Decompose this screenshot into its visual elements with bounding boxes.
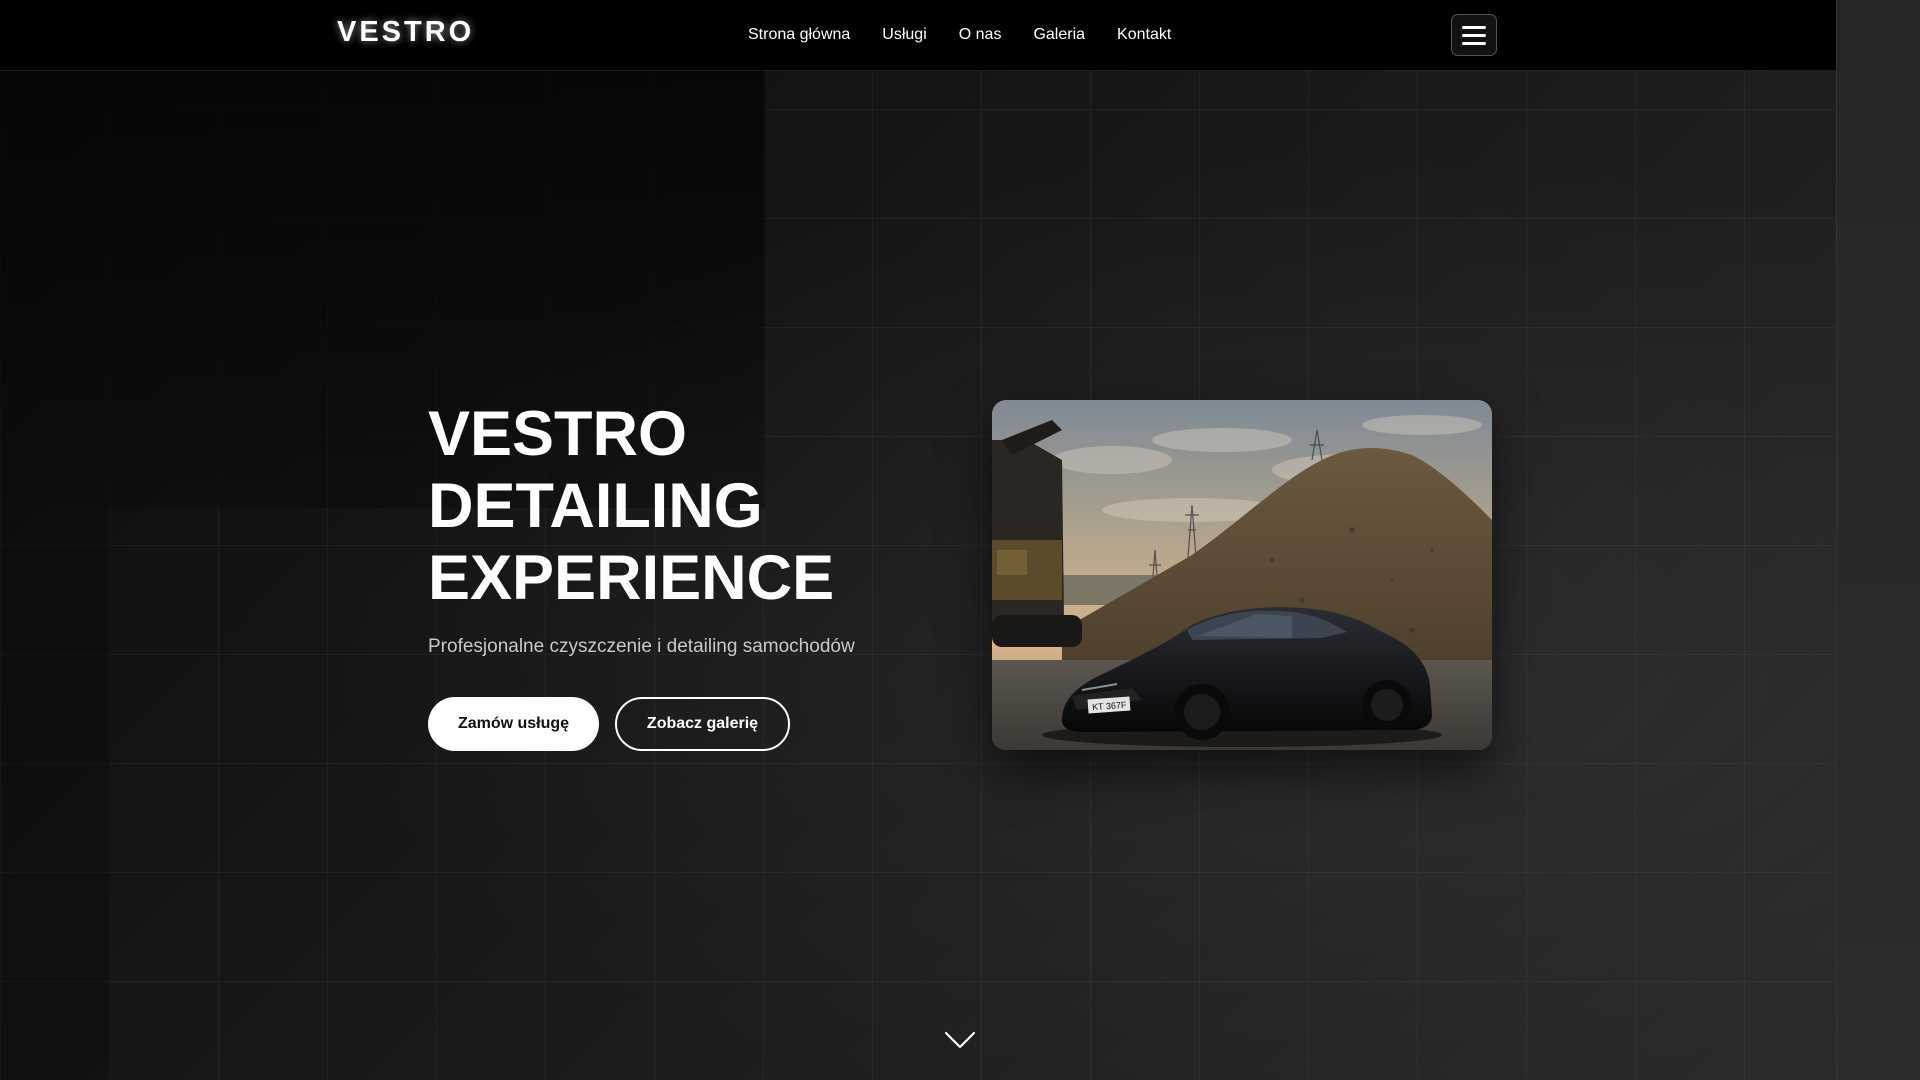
nav-item-about[interactable]: O nas — [959, 26, 1002, 44]
nav-item-contact[interactable]: Kontakt — [1117, 26, 1171, 44]
hamburger-menu-icon-bar — [1462, 41, 1486, 45]
hamburger-menu-button[interactable] — [1451, 14, 1497, 56]
page: VESTRO Strona główna Usługi O nas Galeri… — [0, 0, 1920, 1080]
nav-item-services[interactable]: Usługi — [882, 26, 926, 44]
hero-title-line: DETAILING — [428, 471, 763, 541]
hero-title-line: VESTRO — [428, 399, 688, 469]
hero-car-photo: KT 367F — [992, 400, 1492, 750]
car-photo-illustration: KT 367F — [992, 400, 1492, 750]
hamburger-menu-icon — [1462, 25, 1486, 29]
nav-item-home[interactable]: Strona główna — [748, 26, 850, 44]
hero-title-line: EXPERIENCE — [428, 543, 835, 613]
background-glow — [0, 0, 1920, 1080]
navbar: VESTRO Strona główna Usługi O nas Galeri… — [0, 0, 1836, 71]
chevron-down-icon[interactable] — [944, 1030, 976, 1050]
view-gallery-button[interactable]: Zobacz galerię — [615, 697, 790, 751]
hamburger-menu-icon-bar — [1462, 33, 1486, 37]
order-service-button[interactable]: Zamów usługę — [428, 697, 599, 751]
main-nav: Strona główna Usługi O nas Galeria Konta… — [748, 0, 1171, 70]
hero-title: VESTRO DETAILING EXPERIENCE — [428, 398, 834, 614]
nav-item-gallery[interactable]: Galeria — [1033, 26, 1085, 44]
logo[interactable]: VESTRO — [337, 16, 474, 49]
scrollbar-track[interactable] — [1836, 0, 1920, 1080]
hero-subtitle: Profesjonalne czyszczenie i detailing sa… — [428, 636, 855, 657]
